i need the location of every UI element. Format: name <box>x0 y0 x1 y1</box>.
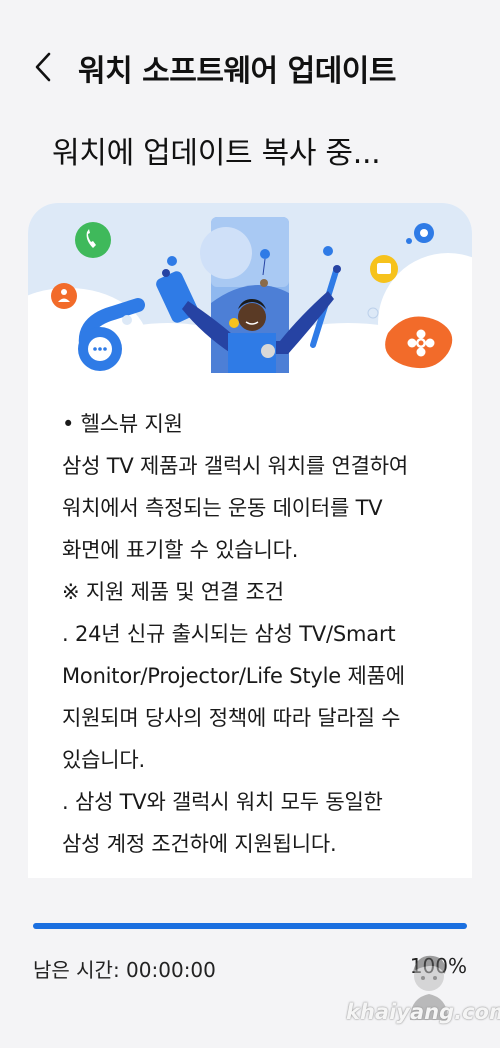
progress-bar <box>33 923 467 929</box>
scroll-fade <box>28 852 472 878</box>
back-button[interactable] <box>28 50 58 84</box>
release-note-line: 화면에 표기할 수 있습니다. <box>62 538 299 562</box>
hero-illustration <box>28 203 472 383</box>
person-icon <box>51 283 77 309</box>
release-notes: • 헬스뷰 지원 삼성 TV 제품과 갤럭시 워치를 연결하여 워치에서 측정되… <box>28 403 472 865</box>
phone-icon <box>75 222 111 258</box>
app-header: 워치 소프트웨어 업데이트 <box>0 0 500 130</box>
gallery-icon <box>370 255 398 283</box>
release-note-line: 삼성 TV 제품과 갤럭시 워치를 연결하여 <box>62 454 408 478</box>
watermark-text: khaiyang.com <box>346 1000 500 1024</box>
release-note-line: . 삼성 TV와 갤럭시 워치 모두 동일한 <box>62 790 383 814</box>
progress-bar-fill <box>33 923 467 929</box>
release-note-line: 지원되며 당사의 정책에 따라 달라질 수 <box>62 706 401 730</box>
release-note-line: 있습니다. <box>62 748 145 772</box>
time-remaining: 남은 시간: 00:00:00 <box>33 958 216 982</box>
release-note-line: . 24년 신규 출시되는 삼성 TV/Smart <box>62 622 396 646</box>
release-note-line: 워치에서 측정되는 운동 데이터를 TV <box>62 496 383 520</box>
release-note-line: Monitor/Projector/Life Style 제품에 <box>62 664 405 688</box>
release-note-line: ※ 지원 제품 및 연결 조건 <box>62 580 284 604</box>
update-status-title: 워치에 업데이트 복사 중... <box>52 136 381 171</box>
page-title: 워치 소프트웨어 업데이트 <box>78 54 397 89</box>
release-note-line: • 헬스뷰 지원 <box>62 412 183 436</box>
release-notes-card[interactable]: • 헬스뷰 지원 삼성 TV 제품과 갤럭시 워치를 연결하여 워치에서 측정되… <box>28 203 472 878</box>
chevron-left-icon <box>35 52 51 82</box>
